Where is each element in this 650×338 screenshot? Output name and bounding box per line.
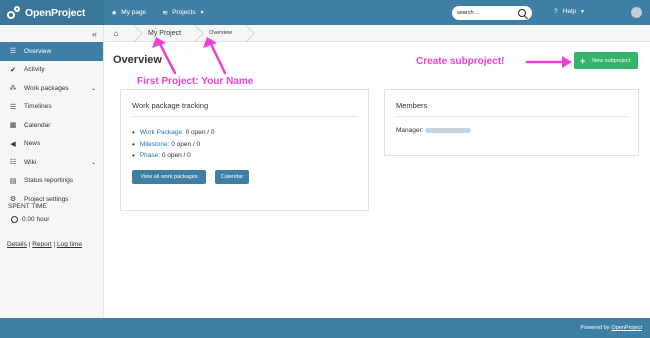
milestone-link[interactable]: Milestone (140, 139, 168, 151)
time-links: Details | Report | Log time (7, 241, 82, 248)
manager-label: Manager: (396, 127, 424, 134)
work-package-link[interactable]: Work Package (140, 127, 182, 139)
openproject-logo-icon (7, 5, 21, 20)
avatar[interactable] (631, 7, 642, 18)
sidebar-item-label: News (24, 140, 41, 148)
widget-title: Members (396, 101, 428, 110)
chevron-down-icon: ▼ (580, 8, 585, 15)
chevron-down-icon: ▼ (199, 9, 205, 16)
sidebar-item-label: Project settings (24, 195, 69, 203)
redacted-manager-name[interactable] (425, 128, 472, 133)
manager-row: Manager: (396, 127, 472, 134)
activity-icon: ✔ (10, 66, 16, 74)
sidebar-item-label: Timelines (24, 103, 52, 111)
help-icon: ? (554, 8, 558, 15)
phase-count: : 0 open / 0 (158, 152, 191, 159)
my-page-label: My page (121, 9, 147, 16)
phase-link[interactable]: Phase (140, 150, 158, 162)
new-subproject-button[interactable]: + New subproject (574, 52, 638, 69)
work-package-tracking-widget: Work package tracking Work Package: 0 op… (120, 89, 369, 211)
arrow-to-project (158, 42, 177, 75)
overview-icon: ☰ (9, 48, 17, 56)
sidebar-item-work-packages[interactable]: ⁂ Work packages ⌄ (0, 79, 103, 98)
work-package-count: : 0 open / 0 (181, 129, 215, 136)
sidebar-menu: ☰ Overview ✔ Activity ⁂ Work packages ⌄ ☰ Timeli… (0, 42, 103, 209)
members-widget: Members Manager: (384, 89, 639, 156)
chevron-down-icon[interactable]: ⌄ (91, 85, 96, 92)
search-input[interactable]: search ... (452, 6, 532, 20)
sidebar-item-label: Calendar (24, 121, 51, 129)
list-item: Phase: 0 open / 0 (132, 150, 215, 162)
my-page-link[interactable]: ★ My page (111, 9, 146, 17)
arrowhead-icon (562, 56, 572, 68)
logo[interactable]: OpenProject (0, 0, 104, 25)
report-link[interactable]: Report (32, 241, 52, 248)
spent-time-value: 0.00 hour (11, 216, 49, 223)
new-subproject-label: New subproject (592, 57, 631, 64)
sidebar-item-label: Status reportings (24, 177, 74, 185)
sidebar-item-label: Work packages (24, 84, 69, 92)
sidebar-item-label: Activity (24, 66, 45, 74)
search-placeholder: search ... (457, 10, 480, 16)
list-item: Work Package: 0 open / 0 (132, 127, 215, 139)
breadcrumb-separator (189, 25, 197, 42)
spent-time-heading: SPENT TIME (8, 203, 47, 210)
projects-menu[interactable]: ≋ Projects ▼ (162, 9, 204, 17)
sidebar-item-activity[interactable]: ✔ Activity (0, 61, 103, 80)
sidebar-item-timelines[interactable]: ☰ Timelines (0, 98, 103, 117)
page-title: Overview (113, 54, 162, 66)
help-label: Help (562, 8, 576, 15)
details-link[interactable]: Details (7, 241, 27, 248)
double-chevron-left-icon: « (91, 28, 97, 39)
sidebar-item-calendar[interactable]: ▦ Calendar (0, 116, 103, 135)
divider (131, 116, 358, 117)
sidebar-item-status-reportings[interactable]: ▤ Status reportings (0, 172, 103, 191)
sidebar-item-news[interactable]: ◀ News (0, 135, 103, 154)
collapse-sidebar-button[interactable]: « (0, 25, 103, 42)
footer: Powered by OpenProject (0, 318, 650, 338)
widget-title: Work package tracking (132, 101, 209, 110)
top-bar: OpenProject ★ My page ≋ Projects ▼ searc… (0, 0, 650, 25)
breadcrumb-current: Overview (209, 30, 232, 36)
projects-label: Projects (172, 9, 196, 16)
timelines-icon: ☰ (9, 103, 17, 111)
sidebar: « ☰ Overview ✔ Activity ⁂ Work packages ⌄ ☰ Time… (0, 25, 104, 318)
breadcrumb-separator (128, 25, 136, 42)
breadcrumb-project[interactable]: My Project (136, 30, 189, 37)
search-icon[interactable] (518, 9, 526, 17)
calendar-button[interactable]: Calendar (215, 170, 249, 184)
news-icon: ◀ (10, 140, 16, 148)
log-time-link[interactable]: Log time (57, 241, 82, 248)
projects-icon: ≋ (162, 9, 169, 17)
home-icon: ★ (111, 9, 118, 17)
sidebar-item-wiki[interactable]: ☷ Wiki ⌄ (0, 153, 103, 172)
clock-icon (11, 216, 18, 223)
wiki-icon: ☷ (9, 159, 17, 167)
annotation-project-name: First Project: Your Name (137, 76, 254, 87)
top-nav: ★ My page ≋ Projects ▼ (111, 9, 221, 17)
plus-icon: + (580, 55, 586, 66)
work-package-list: Work Package: 0 open / 0 Milestone: 0 op… (132, 127, 215, 162)
divider (395, 116, 628, 117)
milestone-count: : 0 open / 0 (167, 140, 201, 148)
breadcrumb-separator (240, 25, 248, 42)
footer-text: Powered by (580, 325, 610, 331)
arrow-to-overview (209, 42, 227, 75)
breadcrumb: ⌂ My Project Overview (104, 25, 650, 42)
openproject-link[interactable]: OpenProject (611, 325, 642, 331)
view-all-work-packages-button[interactable]: View all work packages (132, 170, 206, 184)
sidebar-item-overview[interactable]: ☰ Overview (0, 42, 103, 61)
sidebar-item-label: Overview (24, 47, 52, 55)
calendar-icon: ▦ (9, 122, 17, 130)
status-reporting-icon: ▤ (9, 177, 17, 185)
spent-hours: 0.00 hour (22, 216, 50, 223)
chevron-down-icon[interactable]: ⌄ (91, 159, 96, 166)
help-menu[interactable]: ? Help ▼ (554, 8, 585, 15)
list-item: Milestone: 0 open / 0 (132, 139, 215, 151)
work-packages-icon: ⁂ (9, 85, 17, 93)
logo-text: OpenProject (25, 6, 86, 19)
annotation-create-subproject: Create subproject! (416, 56, 505, 67)
sidebar-item-label: Wiki (24, 158, 37, 166)
home-icon[interactable]: ⌂ (104, 29, 128, 38)
